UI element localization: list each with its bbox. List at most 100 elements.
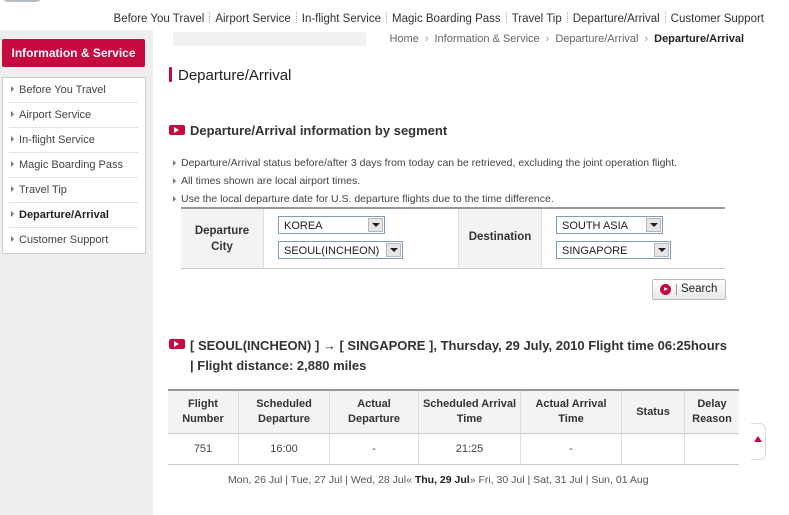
- top-nav-links: Before You Travel Airport Service In-fligh…: [114, 12, 764, 25]
- top-nav-magic-boarding-pass[interactable]: Magic Boarding Pass: [392, 13, 501, 25]
- arrow-bullet-icon: [11, 136, 14, 142]
- divider: [295, 12, 297, 23]
- departure-region-select[interactable]: KOREA: [278, 216, 385, 234]
- prev-marker: «: [406, 474, 412, 486]
- divider: [505, 12, 507, 23]
- breadcrumb-current: Departure/Arrival: [654, 33, 744, 45]
- arrow-bullet-icon: [11, 111, 14, 117]
- date-link[interactable]: Fri, 30 Jul: [478, 474, 524, 486]
- breadcrumb-separator: ›: [424, 33, 429, 45]
- arrow-bullet-icon: [11, 186, 14, 192]
- departure-label-cell: Departure City: [181, 209, 263, 268]
- sidebar-item-airport-service[interactable]: Airport Service: [9, 103, 138, 128]
- divider: [566, 12, 568, 23]
- page-title: Departure/Arrival: [178, 67, 292, 84]
- notes-list: Departure/Arrival status before/after 3 …: [172, 156, 677, 210]
- scheduled-arrival-cell: 21:25: [418, 433, 521, 465]
- breadcrumb-information-service[interactable]: Information & Service: [434, 33, 539, 45]
- chevron-down-icon[interactable]: [646, 218, 661, 232]
- date-separator: |: [345, 474, 348, 486]
- delay-reason-cell: [684, 433, 739, 465]
- breadcrumb-separator: ›: [545, 33, 550, 45]
- sidebar-item-label: Magic Boarding Pass: [19, 159, 123, 171]
- destination-city-select[interactable]: SINGAPORE: [556, 241, 671, 259]
- sidebar-item-label: Customer Support: [19, 234, 109, 246]
- sidebar-item-before-you-travel[interactable]: Before You Travel: [9, 78, 138, 103]
- sidebar-title[interactable]: Information & Service: [2, 39, 145, 67]
- logo: [2, 0, 42, 2]
- chevron-down-icon[interactable]: [368, 218, 383, 232]
- play-icon: [169, 125, 185, 135]
- flight-results-table: Flight Number Scheduled Departure Actual…: [168, 389, 739, 465]
- date-link[interactable]: Mon, 26 Jul: [228, 474, 282, 486]
- chevron-down-icon[interactable]: [654, 243, 669, 257]
- sidebar-item-travel-tip[interactable]: Travel Tip: [9, 178, 138, 203]
- destination-city-value: SINGAPORE: [562, 245, 628, 257]
- sidebar-item-label: Travel Tip: [19, 184, 67, 196]
- divider: [664, 12, 666, 23]
- arrow-bullet-icon: [11, 211, 14, 217]
- divider: [209, 12, 211, 23]
- date-link[interactable]: Wed, 28 Jul: [351, 474, 406, 486]
- sidebar-item-magic-boarding-pass[interactable]: Magic Boarding Pass: [9, 153, 138, 178]
- top-nav-departure-arrival[interactable]: Departure/Arrival: [573, 13, 660, 25]
- destination-label: Destination: [468, 231, 532, 243]
- divider: [541, 209, 542, 268]
- date-separator: |: [585, 474, 589, 486]
- sidebar: Information & Service Before You Travel …: [0, 30, 153, 515]
- departure-label: Departure City: [194, 225, 250, 253]
- sidebar-item-label: Before You Travel: [19, 84, 106, 96]
- divider: [676, 284, 677, 295]
- sidebar-item-inflight-service[interactable]: In-flight Service: [9, 128, 138, 153]
- top-nav: Before You Travel Airport Service In-fligh…: [0, 0, 789, 30]
- column-header: Actual Departure: [329, 389, 419, 434]
- search-form: Departure City KOREA SEOUL(INCHEON) Dest…: [181, 207, 725, 269]
- title-marker: [169, 67, 172, 82]
- destination-label-cell: Destination: [459, 209, 541, 268]
- sidebar-item-customer-support[interactable]: Customer Support: [9, 228, 138, 252]
- play-icon: [660, 284, 671, 295]
- breadcrumb-departure-arrival[interactable]: Departure/Arrival: [555, 33, 638, 45]
- destination-region-select[interactable]: SOUTH ASIA: [556, 216, 663, 234]
- next-marker: »: [469, 474, 476, 486]
- breadcrumb-home[interactable]: Home: [389, 33, 418, 45]
- note-item: Departure/Arrival status before/after 3 …: [172, 156, 677, 174]
- sidebar-item-label: Airport Service: [19, 109, 92, 121]
- sidebar-item-departure-arrival[interactable]: Departure/Arrival: [9, 203, 138, 228]
- divider: [263, 209, 264, 268]
- date-separator: |: [285, 474, 288, 486]
- column-header: Scheduled Departure: [238, 389, 330, 434]
- date-link[interactable]: Sat, 31 Jul: [533, 474, 583, 486]
- table-header-row: Flight Number Scheduled Departure Actual…: [168, 389, 739, 434]
- date-current: Thu, 29 Jul: [414, 474, 470, 486]
- breadcrumb-placeholder: [173, 32, 366, 46]
- top-nav-before-you-travel[interactable]: Before You Travel: [114, 13, 205, 25]
- note-item: All times shown are local airport times.: [172, 174, 677, 192]
- divider: [386, 12, 388, 23]
- column-header: Scheduled Arrival Time: [418, 389, 521, 434]
- sidebar-item-label: In-flight Service: [19, 134, 95, 146]
- top-nav-airport-service[interactable]: Airport Service: [215, 13, 290, 25]
- actual-departure-cell: -: [329, 433, 419, 465]
- departure-region-value: KOREA: [284, 220, 323, 232]
- arrow-bullet-icon: [11, 161, 14, 167]
- destination-region-value: SOUTH ASIA: [562, 220, 629, 232]
- top-nav-inflight-service[interactable]: In-flight Service: [302, 13, 381, 25]
- status-cell: [621, 433, 685, 465]
- search-button[interactable]: Search: [652, 279, 726, 300]
- route-title: [ SEOUL(INCHEON) ] → [ SINGAPORE ], Thur…: [190, 338, 727, 373]
- date-link[interactable]: Sun, 01 Aug: [591, 474, 648, 486]
- flight-number-cell: 751: [168, 433, 239, 465]
- chevron-down-icon[interactable]: [386, 243, 401, 257]
- departure-city-value: SEOUL(INCHEON): [284, 245, 380, 257]
- column-header: Status: [621, 389, 685, 434]
- departure-city-select[interactable]: SEOUL(INCHEON): [278, 241, 403, 259]
- date-link[interactable]: Tue, 27 Jul: [291, 474, 343, 486]
- table-row: 751 16:00 - 21:25 -: [168, 433, 739, 465]
- actual-arrival-cell: -: [520, 433, 622, 465]
- column-header: Flight Number: [168, 389, 239, 434]
- play-icon: [169, 339, 185, 349]
- top-nav-travel-tip[interactable]: Travel Tip: [512, 13, 562, 25]
- top-nav-customer-support[interactable]: Customer Support: [671, 13, 764, 25]
- scroll-up-icon[interactable]: [751, 423, 766, 460]
